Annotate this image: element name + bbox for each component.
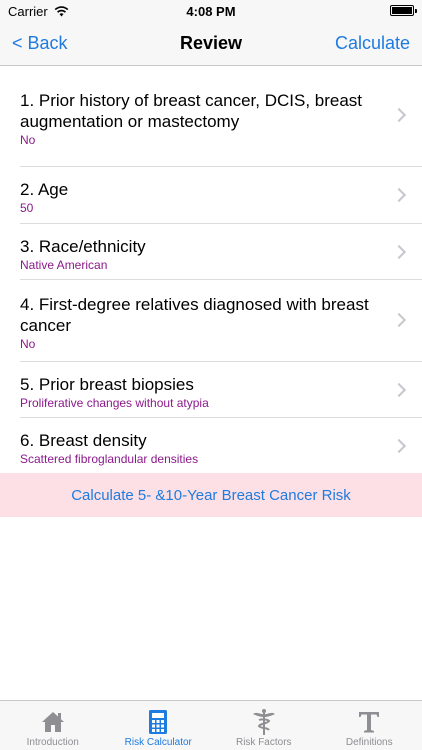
item-value: 50 <box>20 201 34 215</box>
battery-icon <box>390 5 417 16</box>
tab-introduction[interactable]: Introduction <box>0 701 106 750</box>
chevron-right-icon <box>391 312 407 328</box>
home-icon <box>41 712 64 732</box>
chevron-right-icon <box>391 244 407 260</box>
tab-risk-calculator[interactable]: Risk Calculator <box>106 701 212 750</box>
item-title: 5. Prior breast biopsies <box>20 375 194 394</box>
tab-label: Risk Calculator <box>124 737 192 748</box>
tab-bar: Introduction Risk Calculator Risk Factor… <box>0 700 422 750</box>
status-bar: Carrier 4:08 PM <box>0 0 422 22</box>
status-time: 4:08 PM <box>186 4 236 19</box>
list-item[interactable]: 3. Race/ethnicity Native American <box>20 224 422 280</box>
item-title: 4. First-degree relatives diagnosed with… <box>20 295 369 335</box>
text-t-icon <box>359 712 380 733</box>
tab-label: Introduction <box>26 737 79 748</box>
chevron-right-icon <box>391 187 407 203</box>
calculate-risk-button[interactable]: Calculate 5- &10-Year Breast Cancer Risk <box>0 473 422 517</box>
item-title: 3. Race/ethnicity <box>20 237 146 256</box>
list-item[interactable]: 1. Prior history of breast cancer, DCIS,… <box>20 66 422 167</box>
item-value: Native American <box>20 258 108 272</box>
list-item[interactable]: 6. Breast density Scattered fibroglandul… <box>20 418 422 474</box>
tab-label: Risk Factors <box>235 737 292 748</box>
item-value: No <box>20 337 36 351</box>
list-item[interactable]: 4. First-degree relatives diagnosed with… <box>20 280 422 362</box>
chevron-right-icon <box>391 382 407 398</box>
item-value: No <box>20 133 36 147</box>
navigation-bar: < Back Review Calculate <box>0 22 422 66</box>
item-value: Proliferative changes without atypia <box>20 396 209 410</box>
tab-label: Definitions <box>345 737 393 748</box>
caduceus-icon <box>252 709 275 735</box>
chevron-right-icon <box>391 438 407 454</box>
list-item[interactable]: 5. Prior breast biopsies Proliferative c… <box>20 362 422 418</box>
item-title: 6. Breast density <box>20 431 147 450</box>
calculate-nav-button[interactable]: Calculate <box>335 33 410 54</box>
tab-risk-factors[interactable]: Risk Factors <box>211 701 317 750</box>
tab-definitions[interactable]: Definitions <box>317 701 422 750</box>
item-title: 2. Age <box>20 180 69 199</box>
review-list: 1. Prior history of breast cancer, DCIS,… <box>0 66 422 474</box>
item-value: Scattered fibroglandular densities <box>20 452 199 466</box>
item-title: 1. Prior history of breast cancer, DCIS,… <box>20 91 363 131</box>
chevron-right-icon <box>391 107 407 123</box>
list-item[interactable]: 2. Age 50 <box>20 167 422 224</box>
calculator-icon <box>149 710 168 734</box>
